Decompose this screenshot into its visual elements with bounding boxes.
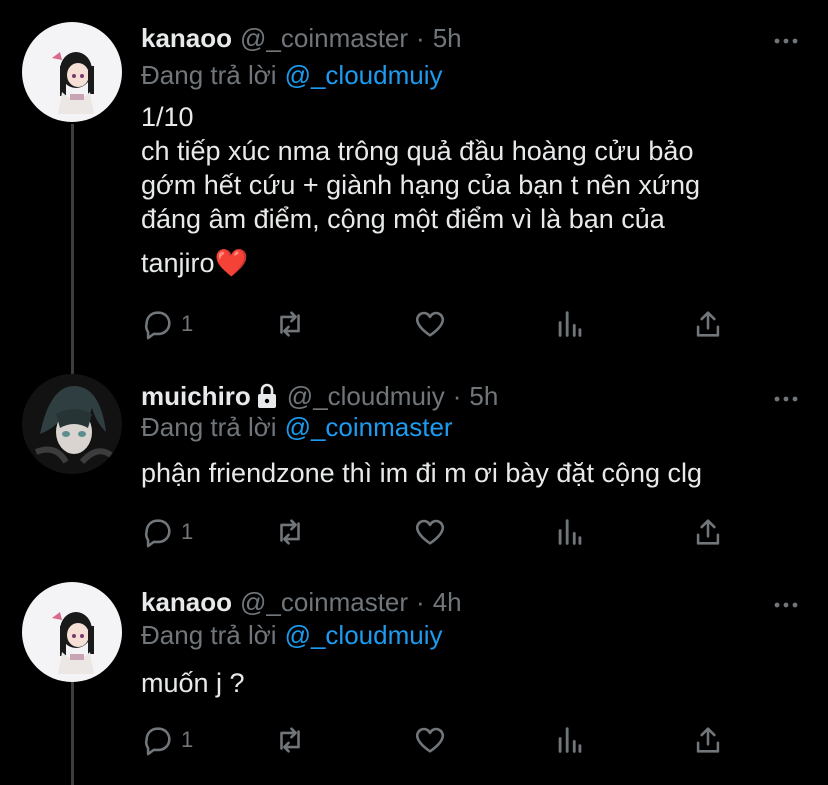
display-name[interactable]: kanaoo <box>141 587 232 618</box>
tweet-text-line: 1/10 <box>141 102 194 132</box>
like-icon <box>415 519 445 545</box>
tweet-text-line: đáng âm điểm, cộng một điểm vì là bạn củ… <box>141 204 665 234</box>
replying-to-label: Đang trả lời <box>141 60 277 90</box>
reply-icon <box>144 519 171 548</box>
handle[interactable]: @_coinmaster <box>240 23 408 54</box>
separator-dot: · <box>452 380 462 411</box>
handle[interactable]: @_cloudmuiy <box>287 381 445 412</box>
kanao-avatar-image <box>22 582 122 682</box>
tweet-text-line: gớm hết cứu + giành hạng của bạn t nên x… <box>141 170 700 200</box>
analytics-button[interactable] <box>553 512 587 552</box>
replying-to: Đang trả lời @_coinmaster <box>141 412 453 443</box>
analytics-icon <box>558 311 582 337</box>
tweet-text: phận friendzone thì im đi m ơi bày đặt c… <box>141 456 781 490</box>
avatar[interactable] <box>22 582 122 682</box>
action-bar: 1 <box>141 512 741 552</box>
mention-link[interactable]: @_coinmaster <box>285 412 453 442</box>
share-button[interactable] <box>691 304 725 344</box>
tweet-header: muichiro @_cloudmuiy · 5h <box>141 378 498 414</box>
like-icon <box>415 311 445 337</box>
display-name[interactable]: kanaoo <box>141 23 232 54</box>
reply-icon <box>144 311 171 340</box>
reply-button[interactable]: 1 <box>141 720 193 760</box>
like-button[interactable] <box>413 512 447 552</box>
retweet-icon <box>280 311 300 337</box>
mention-link[interactable]: @_cloudmuiy <box>285 620 443 650</box>
share-icon <box>696 311 720 337</box>
separator-dot: · <box>416 586 425 617</box>
share-button[interactable] <box>691 720 725 760</box>
tweet-header: kanaoo @_coinmaster · 4h <box>141 584 462 620</box>
reply-count: 1 <box>181 311 194 336</box>
share-button[interactable] <box>691 512 725 552</box>
tweet[interactable]: kanaoo @_coinmaster · 4h Đang trả lời @_c… <box>0 582 828 784</box>
reply-count: 1 <box>181 519 194 544</box>
tweet-text-line: ch tiếp xúc nma trông quả đầu hoàng cửu … <box>141 136 694 166</box>
more-icon[interactable] <box>774 602 798 608</box>
timestamp[interactable]: 5h <box>469 381 498 412</box>
retweet-button[interactable] <box>273 304 307 344</box>
reply-button[interactable]: 1 <box>141 512 193 552</box>
avatar[interactable] <box>22 22 122 122</box>
replying-to-label: Đang trả lời <box>141 412 277 442</box>
separator-dot: · <box>416 22 425 53</box>
retweet-button[interactable] <box>273 512 307 552</box>
retweet-button[interactable] <box>273 720 307 760</box>
replying-to-label: Đang trả lời <box>141 620 277 650</box>
display-name[interactable]: muichiro <box>141 381 251 412</box>
analytics-button[interactable] <box>553 304 587 344</box>
analytics-button[interactable] <box>553 720 587 760</box>
tweet-header: kanaoo @_coinmaster · 5h <box>141 20 462 56</box>
more-icon[interactable] <box>774 396 798 402</box>
timestamp[interactable]: 4h <box>433 587 462 618</box>
tweet[interactable]: muichiro @_cloudmuiy · 5h Đang trả lời @_… <box>0 374 828 578</box>
tweet-text-line: tanjiro❤️ <box>141 248 249 278</box>
replying-to: Đang trả lời @_cloudmuiy <box>141 60 442 91</box>
reply-icon <box>144 727 171 756</box>
muichiro-avatar-image <box>22 374 122 474</box>
reply-button[interactable]: 1 <box>141 304 193 344</box>
handle[interactable]: @_coinmaster <box>240 587 408 618</box>
share-icon <box>696 727 720 753</box>
lock-icon <box>257 383 276 408</box>
like-button[interactable] <box>413 304 447 344</box>
share-icon <box>696 519 720 545</box>
timestamp[interactable]: 5h <box>433 23 462 54</box>
tweet-text-line: muốn j ? <box>141 668 245 698</box>
mention-link[interactable]: @_cloudmuiy <box>285 60 443 90</box>
reply-count: 1 <box>181 727 194 752</box>
tweet-text: muốn j ? <box>141 666 781 700</box>
retweet-icon <box>280 727 300 753</box>
retweet-icon <box>280 519 300 545</box>
tweet[interactable]: kanaoo @_coinmaster · 5h Đang trả lời @_c… <box>0 20 828 360</box>
tweet-text-line: phận friendzone thì im đi m ơi bày đặt c… <box>141 458 703 488</box>
more-icon[interactable] <box>774 38 798 44</box>
analytics-icon <box>558 519 582 545</box>
like-button[interactable] <box>413 720 447 760</box>
tweet-text: 1/10 ch tiếp xúc nma trông quả đầu hoàng… <box>141 100 781 280</box>
like-icon <box>415 727 445 753</box>
replying-to: Đang trả lời @_cloudmuiy <box>141 620 442 651</box>
avatar[interactable] <box>22 374 122 474</box>
analytics-icon <box>558 727 582 753</box>
action-bar: 1 <box>141 304 741 344</box>
kanao-avatar-image <box>22 22 122 122</box>
action-bar: 1 <box>141 720 741 760</box>
